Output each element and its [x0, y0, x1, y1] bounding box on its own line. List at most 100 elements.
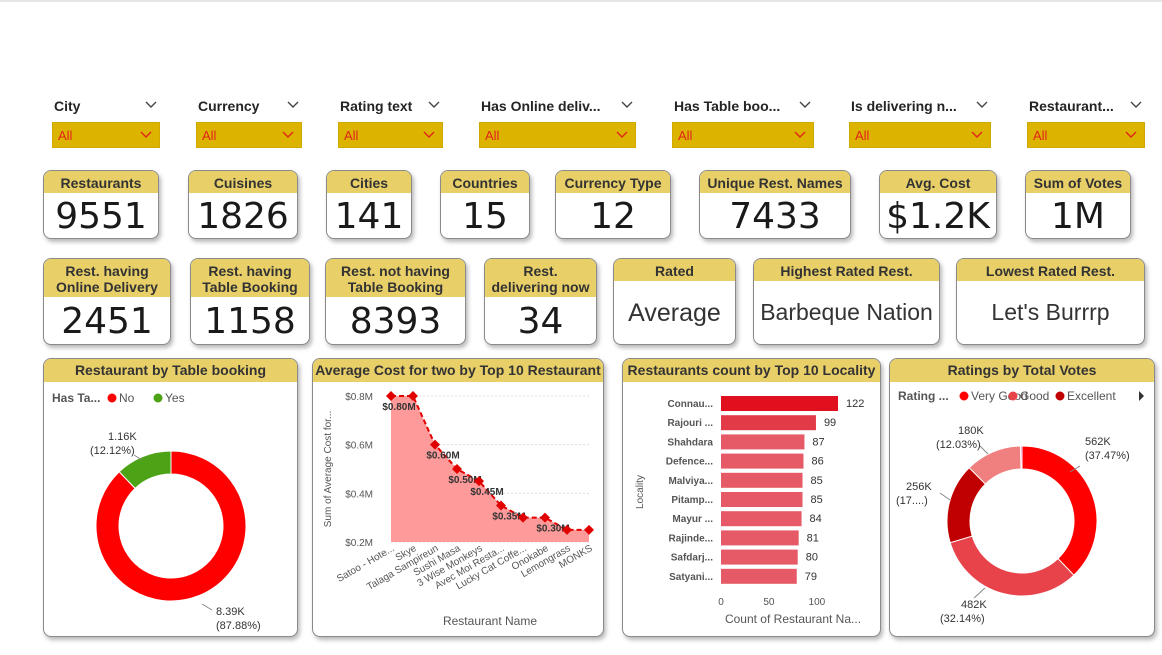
data-label: 85: [811, 494, 823, 506]
data-label: 80: [806, 552, 818, 564]
bar: [721, 415, 816, 431]
data-label: 79: [805, 571, 817, 583]
slice-pct: (12.12%): [90, 445, 135, 457]
slicer-title: Has Online deliv...: [481, 98, 601, 114]
kpi-label: Cuisines: [189, 171, 297, 193]
kpi-label: Rest. delivering now: [485, 259, 596, 297]
legend-title: Has Ta...: [52, 391, 100, 405]
chevron-down-icon[interactable]: [798, 98, 812, 112]
donut-slice: [1020, 445, 1023, 470]
kpi-value: 15: [462, 196, 508, 237]
slicer-value: All: [485, 128, 500, 143]
card-lowest-rated: Lowest Rated Rest. Let's Burrrp: [956, 258, 1145, 345]
chevron-down-icon[interactable]: [427, 98, 441, 112]
data-label: 81: [807, 532, 819, 544]
slice-label: 1.16K: [108, 431, 137, 443]
slicer-restaurant[interactable]: Restaurant... All: [1027, 96, 1145, 152]
y-tick-label: Satyani...: [669, 572, 713, 583]
slicer-value: All: [344, 128, 359, 143]
bar: [721, 492, 803, 507]
data-label: 99: [824, 417, 836, 429]
kpi-avg-cost: Avg. Cost $1.2K: [879, 170, 997, 239]
legend-marker: [153, 393, 163, 403]
y-tick-label: Rajinde...: [669, 533, 714, 544]
data-label: $0.60M: [426, 451, 459, 462]
slicer-dropdown[interactable]: All: [196, 122, 302, 148]
slicer-dropdown[interactable]: All: [338, 122, 443, 148]
kpi-label: Sum of Votes: [1026, 171, 1130, 193]
slice-label: 562K: [1085, 436, 1111, 448]
chevron-down-icon: [616, 131, 628, 138]
kpi-value: 1826: [197, 196, 289, 237]
chevron-down-icon[interactable]: [144, 98, 158, 112]
kpi-online-delivery: Rest. having Online Delivery 2451: [43, 258, 171, 345]
kpi-value: 1M: [1051, 196, 1105, 237]
kpi-value: 9551: [55, 196, 147, 237]
card-rated: Rated Average: [613, 258, 736, 345]
x-tick-label: 100: [809, 597, 826, 608]
kpi-label: Currency Type: [556, 171, 670, 193]
bar-chart-locality: 122 Connau... 99 Rajouri ... 87 Shahdara 86 Def…: [635, 396, 864, 626]
kpi-value: $1.2K: [886, 196, 990, 237]
panel-locality: Restaurants count by Top 10 Locality 122…: [622, 358, 881, 637]
kpi-sum-of-votes: Sum of Votes 1M: [1025, 170, 1131, 239]
slicer-currency[interactable]: Currency All: [196, 96, 302, 152]
donut-chart-ratings: Rating ... Very GoodGood Excellent562K(37.…: [896, 389, 1144, 625]
y-tick-label: $0.6M: [345, 441, 373, 452]
slicer-online-delivery[interactable]: Has Online deliv... All: [479, 96, 636, 152]
legend-label: Good: [1020, 389, 1049, 403]
legend-marker: [1055, 391, 1065, 401]
chevron-down-icon[interactable]: [286, 98, 300, 112]
slicer-dropdown[interactable]: All: [672, 122, 814, 148]
chevron-down-icon: [794, 131, 806, 138]
chevron-down-icon: [140, 131, 152, 138]
y-tick-label: Mayur ...: [672, 514, 713, 525]
x-axis-label: Restaurant Name: [443, 614, 537, 628]
y-axis-label: Locality: [635, 475, 646, 509]
chevron-down-icon[interactable]: [1129, 98, 1143, 112]
card-value: Barbeque Nation: [760, 299, 933, 325]
area-chart-avg-cost: $0.2M$0.4M$0.6M$0.8M$0.80M$0.60M$0.50M$0…: [323, 391, 595, 628]
donut-slice: [949, 535, 1075, 597]
chevron-down-icon[interactable]: [620, 98, 634, 112]
slicer-table-booking[interactable]: Has Table boo... All: [672, 96, 814, 152]
slicer-rating-text[interactable]: Rating text All: [338, 96, 443, 152]
data-label: 122: [846, 398, 864, 410]
kpi-value: 2451: [61, 301, 153, 342]
chart-title: Ratings by Total Votes: [890, 359, 1154, 382]
leader-line: [939, 492, 951, 501]
legend-title: Rating ...: [898, 389, 949, 403]
slice-pct: (32.14%): [940, 613, 985, 625]
slicer-city[interactable]: City All: [52, 96, 160, 152]
y-tick-label: Rajouri ...: [667, 418, 713, 429]
y-axis-label: Sum of Average Cost for...: [323, 411, 334, 528]
legend-marker: [959, 391, 969, 401]
slicer-title: Currency: [198, 98, 260, 114]
chevron-down-icon: [423, 131, 435, 138]
legend-label: Excellent: [1067, 389, 1116, 403]
card-label: Rated: [614, 259, 735, 281]
chevron-down-icon[interactable]: [975, 98, 989, 112]
kpi-unique-rest-names: Unique Rest. Names 7433: [699, 170, 851, 239]
leader-line: [201, 603, 213, 611]
bar: [721, 472, 803, 488]
slicer-value: All: [678, 128, 693, 143]
slicer-dropdown[interactable]: All: [479, 122, 636, 148]
y-tick-label: $0.2M: [345, 538, 373, 549]
slicer-dropdown[interactable]: All: [1027, 122, 1145, 148]
bar: [721, 530, 799, 546]
slicer-dropdown[interactable]: All: [52, 122, 160, 148]
slicer-delivering-now[interactable]: Is delivering n... All: [849, 96, 991, 152]
data-label: $0.80M: [382, 402, 415, 413]
data-label: 87: [812, 436, 824, 448]
slicer-value: All: [1033, 128, 1048, 143]
kpi-label: Rest. not having Table Booking: [326, 259, 465, 297]
chart-title: Restaurant by Table booking: [44, 359, 297, 382]
x-tick-label: 50: [763, 597, 775, 608]
slice-label: 482K: [961, 599, 987, 611]
chevron-down-icon: [971, 131, 983, 138]
kpi-label: Cities: [327, 171, 411, 193]
y-tick-label: Safdarj...: [671, 553, 713, 564]
slicer-dropdown[interactable]: All: [849, 122, 991, 148]
donut-slice: [946, 467, 987, 544]
